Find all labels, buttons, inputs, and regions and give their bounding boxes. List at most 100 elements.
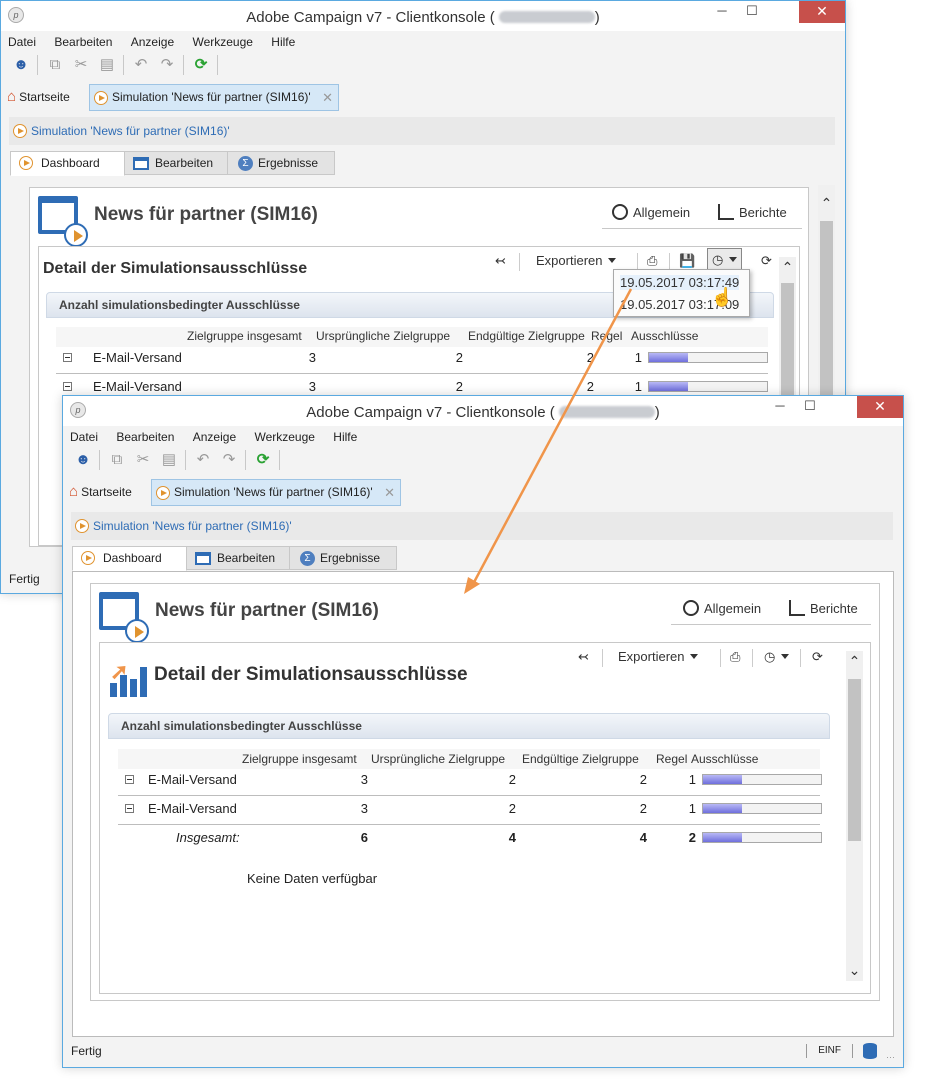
col-total: Zielgruppe insgesamt — [187, 329, 302, 343]
tab-ergebnisse[interactable]: Σ Ergebnisse — [289, 546, 397, 570]
toolbar-separator — [99, 450, 100, 470]
dashboard-icon — [81, 551, 95, 565]
redo-icon[interactable]: ↷ — [157, 55, 177, 75]
exclusion-bar — [648, 352, 768, 363]
paste-icon[interactable]: ▤ — [97, 55, 117, 75]
reload-icon[interactable]: ⟳ — [812, 649, 823, 665]
minimize-button[interactable]: ─ — [765, 396, 795, 418]
insert-mode: EINF — [818, 1045, 841, 1056]
menu-bearbeiten[interactable]: Bearbeiten — [113, 427, 174, 447]
front-window: p Adobe Campaign v7 - Clientkonsole () ─… — [62, 395, 904, 1068]
maximize-button[interactable]: ☐ — [795, 396, 825, 418]
general-link[interactable]: Allgemein — [683, 600, 761, 616]
undo-icon[interactable]: ↶ — [131, 55, 151, 75]
row-label: E-Mail-Versand — [93, 379, 182, 394]
breadcrumb-link[interactable]: Simulation 'News für partner (SIM16)' — [31, 124, 230, 138]
sum-icon: Σ — [300, 551, 315, 566]
resize-grip-icon[interactable]: ⋯ — [886, 1046, 895, 1068]
back-icon[interactable]: ↢ — [495, 253, 506, 269]
menu-werkzeuge[interactable]: Werkzeuge — [189, 32, 252, 52]
menu-bearbeiten[interactable]: Bearbeiten — [51, 32, 112, 52]
dashboard-title: News für partner (SIM16) — [155, 600, 379, 621]
paste-icon[interactable]: ▤ — [159, 450, 179, 470]
detail-title: Detail der Simulationsausschlüsse — [43, 260, 308, 277]
reports-link[interactable]: Berichte — [718, 204, 787, 220]
menu-datei[interactable]: Datei — [67, 427, 98, 447]
document-tab[interactable]: Simulation 'News für partner (SIM16)' ✕ — [89, 84, 339, 111]
scroll-up-icon[interactable]: ⌃ — [846, 653, 863, 670]
menu-anzeige[interactable]: Anzeige — [190, 427, 236, 447]
tab-bearbeiten[interactable]: Bearbeiten — [186, 546, 290, 570]
menu-datei[interactable]: Datei — [5, 32, 36, 52]
reload-icon[interactable]: ⟳ — [761, 253, 772, 269]
scroll-up-icon[interactable]: ⌃ — [818, 195, 835, 212]
refresh-icon[interactable]: ⟳ — [191, 55, 211, 75]
close-button[interactable]: ✕ — [857, 396, 903, 418]
close-tab-icon[interactable]: ✕ — [322, 85, 333, 110]
new-user-icon[interactable]: ☻ — [73, 450, 93, 470]
undo-icon[interactable]: ↶ — [193, 450, 213, 470]
minimize-button[interactable]: ─ — [707, 1, 737, 23]
maximize-button[interactable]: ☐ — [737, 1, 767, 23]
home-icon: ⌂ — [69, 483, 79, 500]
menu-anzeige[interactable]: Anzeige — [128, 32, 174, 52]
cut-icon[interactable]: ✂ — [71, 55, 91, 75]
bar-fill — [649, 353, 688, 362]
row-rule: 1 — [634, 379, 642, 394]
new-user-icon[interactable]: ☻ — [11, 55, 31, 75]
copy-icon[interactable]: ⧉ — [107, 450, 127, 470]
row-total: 3 — [308, 379, 316, 394]
tab-dashboard[interactable]: Dashboard — [72, 546, 187, 571]
cut-icon[interactable]: ✂ — [133, 450, 153, 470]
bar-fill — [703, 804, 742, 813]
divider — [602, 228, 802, 229]
collapse-icon[interactable] — [63, 382, 72, 391]
home-tab[interactable]: ⌂ Startseite — [69, 483, 132, 500]
document-tabs: ⌂ Startseite Simulation 'News für partner… — [67, 478, 899, 508]
tab-dashboard[interactable]: Dashboard — [10, 151, 125, 176]
row-label: E-Mail-Versand — [148, 801, 237, 816]
collapse-icon[interactable] — [63, 353, 72, 362]
menu-hilfe[interactable]: Hilfe — [330, 427, 357, 447]
row-rule: 1 — [688, 772, 696, 787]
print-icon[interactable]: ⎙ — [647, 253, 657, 269]
close-tab-icon[interactable]: ✕ — [384, 480, 395, 505]
status-separator — [806, 1044, 807, 1058]
document-tab[interactable]: Simulation 'News für partner (SIM16)' ✕ — [151, 479, 401, 506]
copy-icon[interactable]: ⧉ — [45, 55, 65, 75]
simulation-icon — [94, 91, 108, 105]
status-separator — [852, 1044, 853, 1058]
close-button[interactable]: ✕ — [799, 1, 845, 23]
export-dropdown[interactable]: Exportieren — [618, 649, 699, 664]
save-icon[interactable]: 💾 — [679, 253, 695, 269]
back-icon[interactable]: ↢ — [578, 649, 589, 665]
chart-icon — [789, 600, 805, 616]
row-total: 3 — [360, 801, 368, 816]
separator — [720, 649, 721, 667]
redo-icon[interactable]: ↷ — [219, 450, 239, 470]
breadcrumb-link[interactable]: Simulation 'News für partner (SIM16)' — [93, 519, 292, 533]
redacted-user — [558, 406, 655, 418]
collapse-icon[interactable] — [125, 775, 134, 784]
toolbar-separator — [279, 450, 280, 470]
export-dropdown[interactable]: Exportieren — [536, 253, 617, 268]
menu-bar: Datei Bearbeiten Anzeige Werkzeuge Hilfe — [5, 32, 841, 52]
total-label: Insgesamt: — [176, 830, 240, 845]
menu-werkzeuge[interactable]: Werkzeuge — [251, 427, 314, 447]
refresh-icon[interactable]: ⟳ — [253, 450, 273, 470]
collapse-icon[interactable] — [125, 804, 134, 813]
separator — [800, 649, 801, 667]
row-initial: 2 — [508, 772, 516, 787]
tab-ergebnisse[interactable]: Σ Ergebnisse — [227, 151, 335, 175]
scroll-up-icon[interactable]: ⌃ — [779, 259, 796, 276]
reports-link[interactable]: Berichte — [789, 600, 858, 616]
print-icon[interactable]: ⎙ — [730, 649, 740, 665]
scroll-down-icon[interactable]: ⌄ — [846, 962, 863, 979]
general-link[interactable]: Allgemein — [612, 204, 690, 220]
tab-bearbeiten[interactable]: Bearbeiten — [124, 151, 228, 175]
vertical-scrollbar[interactable]: ⌃ ⌄ — [846, 651, 863, 981]
scroll-thumb[interactable] — [848, 679, 861, 841]
home-tab[interactable]: ⌂ Startseite — [7, 88, 70, 105]
menu-hilfe[interactable]: Hilfe — [268, 32, 295, 52]
history-button[interactable]: ◷ — [764, 649, 790, 665]
